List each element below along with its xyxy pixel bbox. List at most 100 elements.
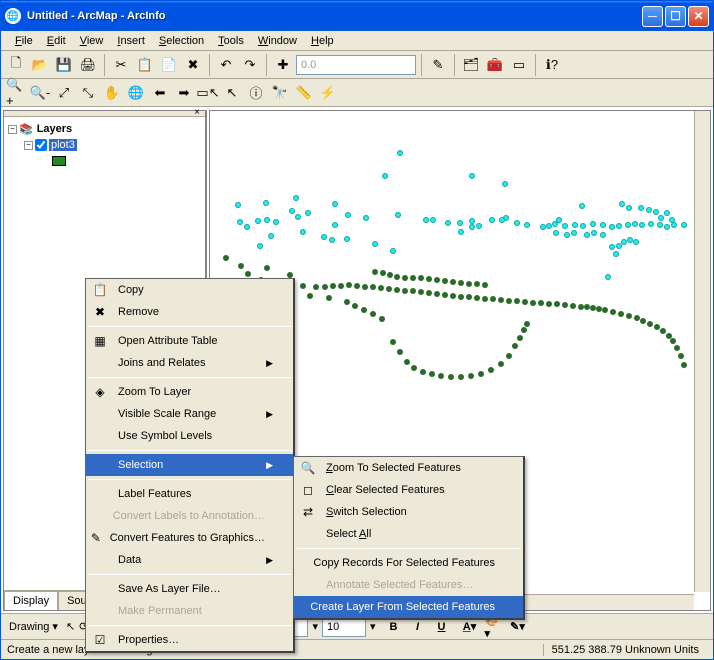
expand-icon[interactable]: − <box>24 141 33 150</box>
feature-point[interactable] <box>402 275 408 281</box>
feature-point[interactable] <box>474 281 480 287</box>
feature-point[interactable] <box>609 244 615 250</box>
feature-point[interactable] <box>434 277 440 283</box>
feature-point[interactable] <box>554 301 560 307</box>
feature-point[interactable] <box>458 374 464 380</box>
feature-point[interactable] <box>524 222 530 228</box>
feature-point[interactable] <box>605 274 611 280</box>
feature-point[interactable] <box>658 215 664 221</box>
feature-point[interactable] <box>670 338 676 344</box>
feature-point[interactable] <box>570 303 576 309</box>
feature-point[interactable] <box>671 222 677 228</box>
arccatalog-icon[interactable]: 🗂 <box>460 54 482 76</box>
feature-point[interactable] <box>410 288 416 294</box>
feature-point[interactable] <box>395 212 401 218</box>
feature-point[interactable] <box>660 328 666 334</box>
menu-item[interactable]: Select All <box>294 523 523 545</box>
feature-point[interactable] <box>410 275 416 281</box>
feature-point[interactable] <box>514 220 520 226</box>
command-line-icon[interactable]: ▭ <box>508 54 530 76</box>
feature-point[interactable] <box>330 283 336 289</box>
menu-item[interactable]: Selection▶ <box>86 454 293 476</box>
feature-point[interactable] <box>321 234 327 240</box>
feature-point[interactable] <box>664 210 670 216</box>
select-elements-icon[interactable]: ↖ <box>221 82 243 104</box>
menu-item[interactable]: Joins and Relates▶ <box>86 352 293 374</box>
feature-point[interactable] <box>420 369 426 375</box>
feature-point[interactable] <box>379 316 385 322</box>
feature-point[interactable] <box>344 299 350 305</box>
feature-point[interactable] <box>268 233 274 239</box>
zoom-in-icon[interactable]: 🔍+ <box>5 82 27 104</box>
feature-point[interactable] <box>450 293 456 299</box>
full-extent-icon[interactable]: 🌐 <box>125 82 147 104</box>
editor-icon[interactable]: ✎ <box>427 54 449 76</box>
titlebar[interactable]: 🌐 Untitled - ArcMap - ArcInfo ─ ☐ ✕ <box>1 1 713 31</box>
feature-point[interactable] <box>580 223 586 229</box>
select-elements-icon[interactable]: ↖ <box>66 620 75 633</box>
feature-point[interactable] <box>506 298 512 304</box>
feature-point[interactable] <box>411 365 417 371</box>
menu-item[interactable]: ◈Zoom To Layer <box>86 381 293 403</box>
feature-point[interactable] <box>307 293 313 299</box>
menu-item[interactable]: Label Features <box>86 483 293 505</box>
measure-icon[interactable]: 📏 <box>293 82 315 104</box>
menu-item[interactable]: ☑Properties… <box>86 629 293 651</box>
feature-point[interactable] <box>434 291 440 297</box>
drawing-label[interactable]: Drawing ▾ <box>5 620 62 633</box>
feature-point[interactable] <box>654 324 660 330</box>
scale-input[interactable] <box>296 55 416 75</box>
feature-point[interactable] <box>426 276 432 282</box>
feature-point[interactable] <box>338 283 344 289</box>
feature-point[interactable] <box>448 374 454 380</box>
add-data-icon[interactable]: ✚ <box>272 54 294 76</box>
feature-point[interactable] <box>442 278 448 284</box>
feature-point[interactable] <box>564 232 570 238</box>
feature-point[interactable] <box>600 232 606 238</box>
menu-item[interactable]: Visible Scale Range▶ <box>86 403 293 425</box>
feature-point[interactable] <box>530 300 536 306</box>
feature-point[interactable] <box>264 217 270 223</box>
dataframe-label[interactable]: Layers <box>35 123 74 135</box>
menu-view[interactable]: View <box>74 33 110 49</box>
menu-item[interactable]: Create Layer From Selected Features <box>294 596 523 618</box>
menu-item[interactable]: Use Symbol Levels <box>86 425 293 447</box>
zoom-out-icon[interactable]: 🔍- <box>29 82 51 104</box>
feature-point[interactable] <box>499 217 505 223</box>
feature-point[interactable] <box>237 219 243 225</box>
feature-point[interactable] <box>584 232 590 238</box>
feature-point[interactable] <box>363 215 369 221</box>
menu-item[interactable]: ◻Clear Selected Features <box>294 479 523 501</box>
feature-point[interactable] <box>506 353 512 359</box>
feature-point[interactable] <box>613 251 619 257</box>
feature-point[interactable] <box>664 224 670 230</box>
feature-point[interactable] <box>386 286 392 292</box>
feature-point[interactable] <box>397 349 403 355</box>
feature-point[interactable] <box>600 222 606 228</box>
feature-point[interactable] <box>354 283 360 289</box>
feature-point[interactable] <box>590 221 596 227</box>
feature-point[interactable] <box>681 362 687 368</box>
feature-point[interactable] <box>394 287 400 293</box>
feature-point[interactable] <box>562 302 568 308</box>
feature-point[interactable] <box>538 300 544 306</box>
feature-point[interactable] <box>418 289 424 295</box>
feature-point[interactable] <box>362 284 368 290</box>
feature-point[interactable] <box>372 269 378 275</box>
feature-point[interactable] <box>571 230 577 236</box>
feature-point[interactable] <box>647 321 653 327</box>
feature-point[interactable] <box>380 270 386 276</box>
feature-point[interactable] <box>245 271 251 277</box>
feature-point[interactable] <box>295 214 301 220</box>
paste-icon[interactable]: 📄 <box>158 54 180 76</box>
feature-point[interactable] <box>632 221 638 227</box>
feature-point[interactable] <box>332 201 338 207</box>
feature-point[interactable] <box>404 359 410 365</box>
feature-point[interactable] <box>552 221 558 227</box>
feature-point[interactable] <box>332 222 338 228</box>
feature-point[interactable] <box>466 294 472 300</box>
feature-point[interactable] <box>418 275 424 281</box>
feature-point[interactable] <box>524 321 530 327</box>
menu-item[interactable]: ▦Open Attribute Table <box>86 330 293 352</box>
dropdown-icon[interactable]: ▾ <box>370 620 376 633</box>
